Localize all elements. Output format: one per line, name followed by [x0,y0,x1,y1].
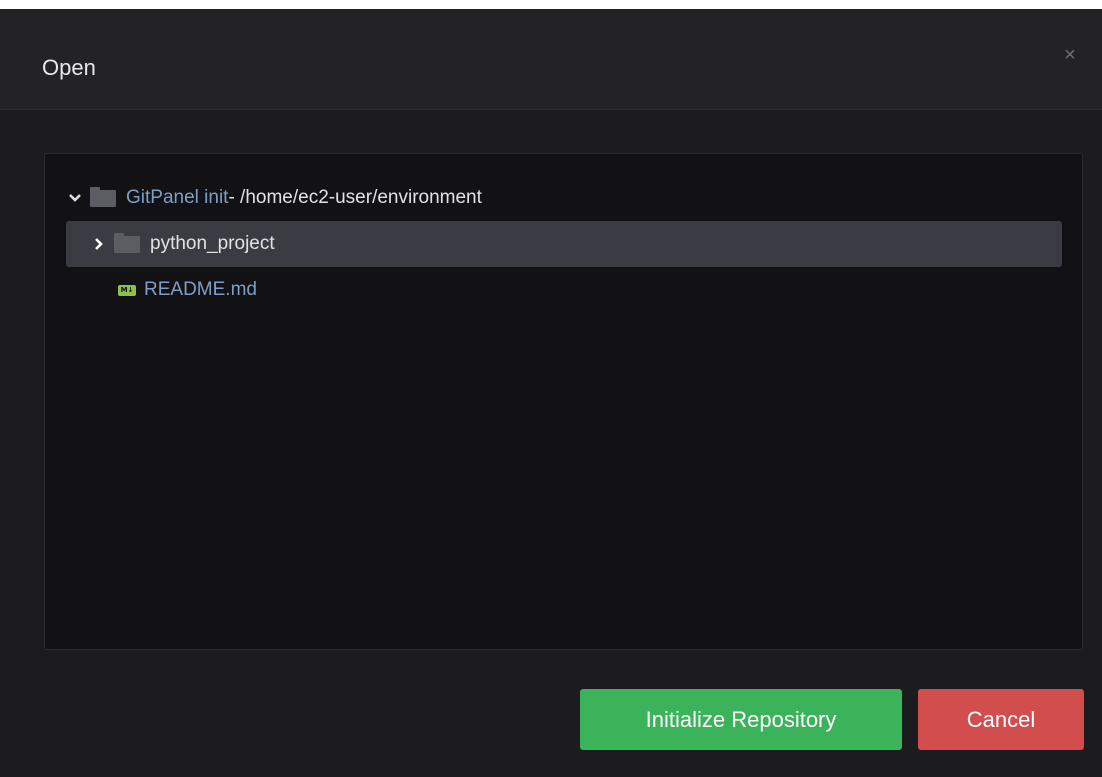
close-icon[interactable]: × [1060,45,1080,65]
chevron-down-icon[interactable] [66,194,84,202]
tree-item-label: README.md [144,279,257,300]
tree-root-name: GitPanel init [126,187,229,208]
dialog-title: Open [42,55,96,80]
folder-icon [114,232,140,253]
tree-root-path: - /home/ec2-user/environment [228,187,482,208]
dialog-header: Open × [0,9,1102,110]
file-tree-panel: GitPanel init - /home/ec2-user/environme… [44,153,1083,650]
tree-item-python-project[interactable]: python_project [66,221,1062,267]
folder-icon [90,186,116,207]
tree-item-label: python_project [150,233,275,254]
open-dialog: Open × GitPanel init - /home/ec2-user/en… [0,9,1102,777]
markdown-file-icon: M↓ [118,284,136,296]
chevron-right-icon[interactable] [90,238,108,250]
initialize-repository-button[interactable]: Initialize Repository [580,689,902,750]
tree-root-row[interactable]: GitPanel init - /home/ec2-user/environme… [66,175,1062,221]
cancel-button[interactable]: Cancel [918,689,1084,750]
tree-item-readme[interactable]: M↓ README.md [66,267,1062,313]
